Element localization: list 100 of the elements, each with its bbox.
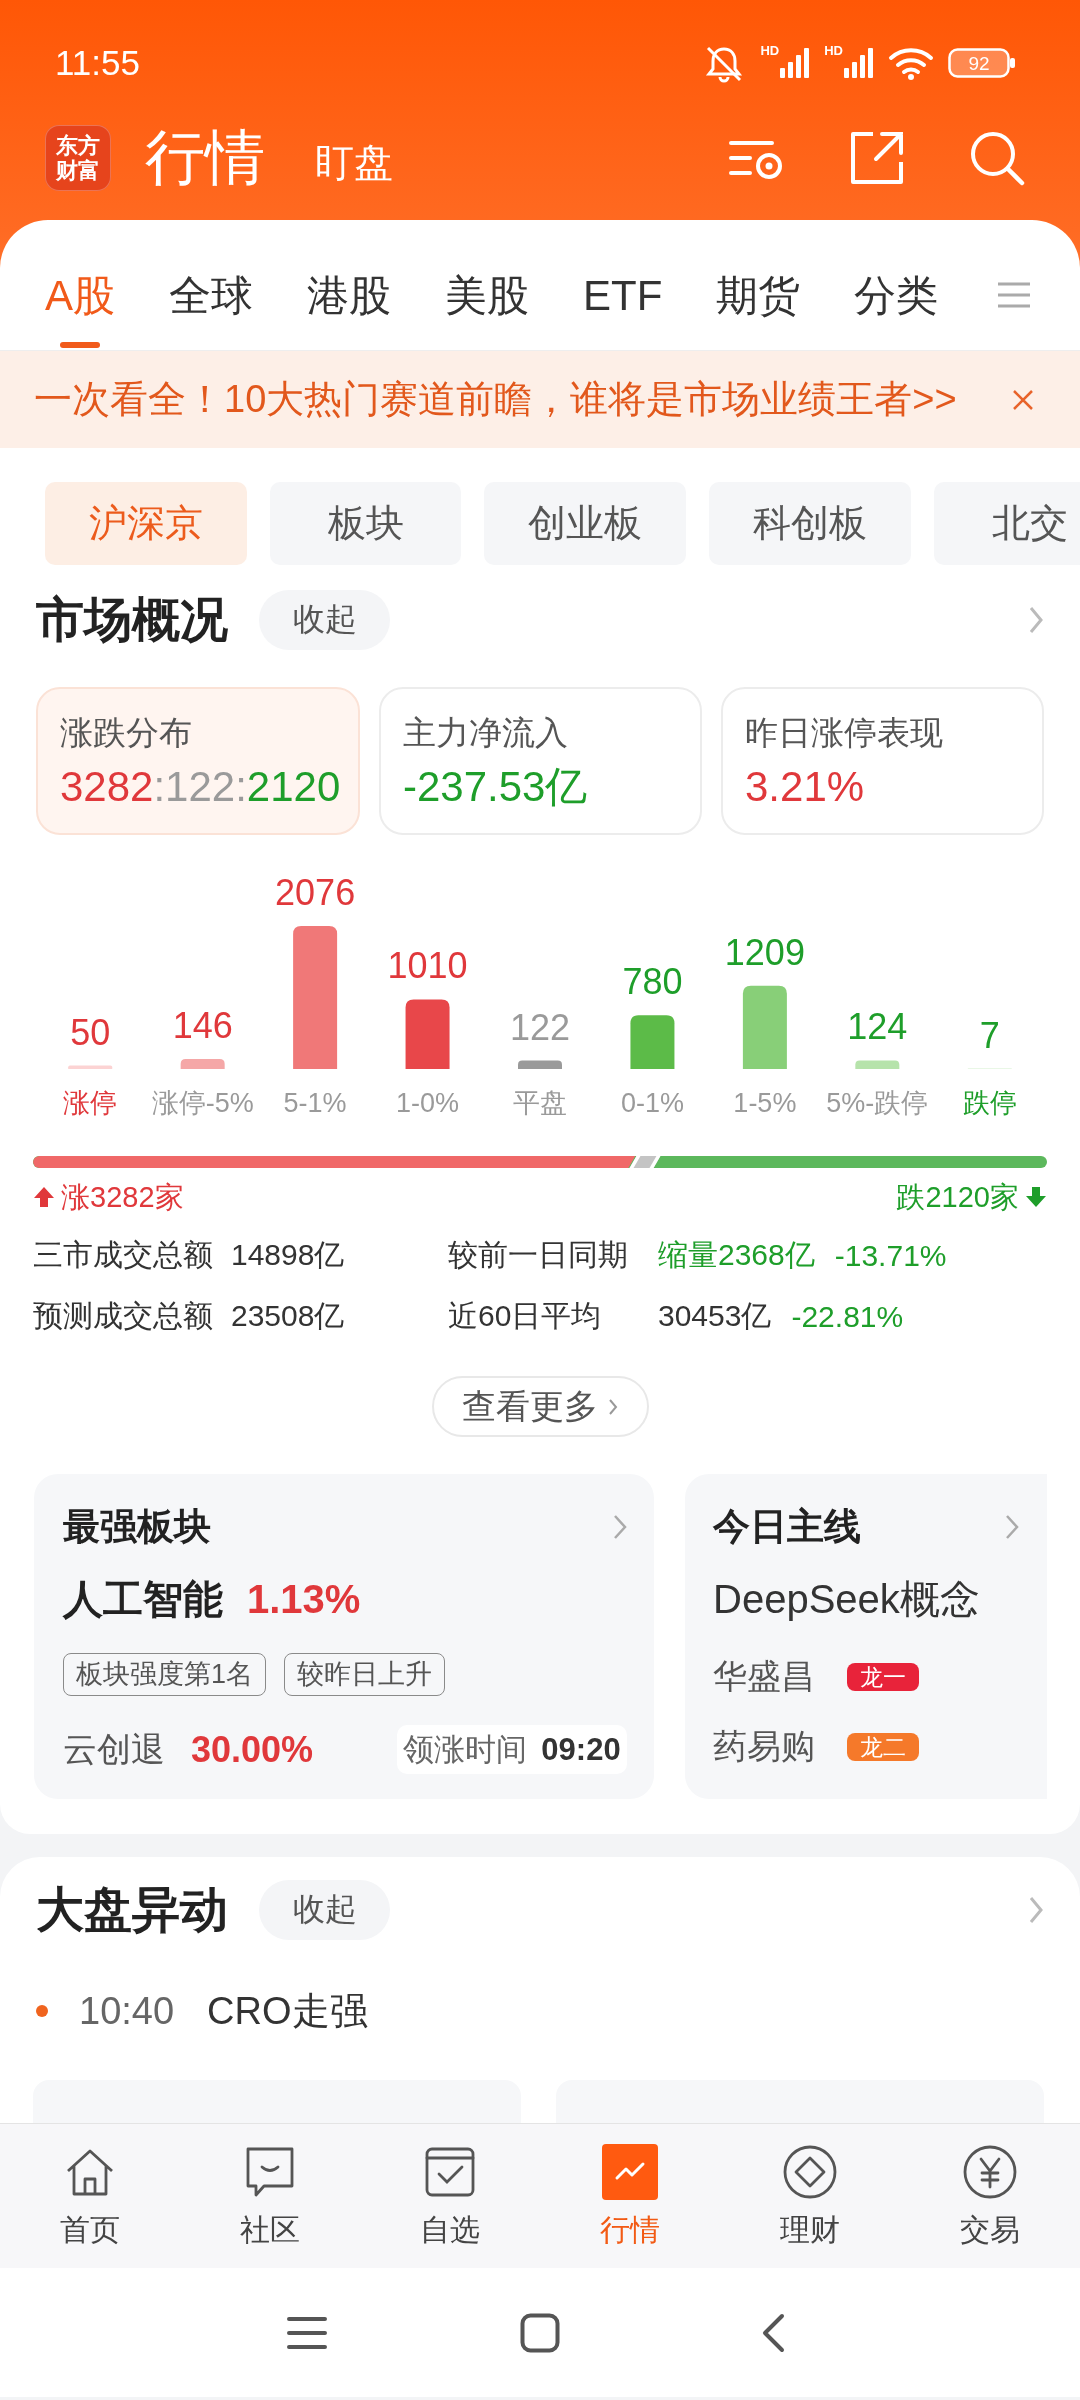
card-value: -237.53亿 [403, 762, 589, 812]
change-value: -22.81% [791, 1299, 904, 1334]
wifi-icon [888, 46, 934, 80]
category-label: 平盘 [513, 1088, 567, 1118]
theme-card[interactable]: 今日主线 DeepSeek概念 华盛昌 龙一 药易购 龙二 [685, 1474, 1047, 1799]
arrow-up-icon [33, 1186, 55, 1208]
category-label: 涨停-5% [151, 1088, 254, 1118]
category-tab[interactable]: 期货 [716, 270, 801, 350]
chevron-right-icon[interactable] [1028, 1894, 1044, 1925]
event-time: 10:40 [79, 1989, 175, 2033]
sector-name: 人工智能 [63, 1575, 223, 1623]
stat-value: 30453亿 [658, 1298, 772, 1334]
stock-name: 华盛昌 [713, 1656, 815, 1697]
nav-tab[interactable]: 首页 [0, 2124, 180, 2268]
bar-value-label: 780 [622, 961, 683, 1003]
bar-value-label: 7 [979, 1014, 1000, 1056]
tag: 板块强度第1名 [63, 1653, 267, 1696]
bar [855, 1060, 900, 1069]
card-label: 涨跌分布 [60, 713, 193, 753]
nav-tab[interactable]: 自选 [360, 2124, 540, 2268]
category-label: 跌停 [962, 1088, 1017, 1118]
nav-tab[interactable]: 理财 [720, 2124, 900, 2268]
category-tab[interactable]: 全球 [169, 270, 253, 350]
bar [630, 1015, 675, 1069]
status-time: 11:55 [55, 43, 140, 83]
nav-tab[interactable]: 社区 [180, 2124, 360, 2268]
bar [518, 1060, 562, 1069]
rank-badge: 龙二 [847, 1733, 919, 1761]
stat-value: 23508亿 [231, 1298, 346, 1334]
line-chart-icon [602, 2144, 658, 2200]
bar-value-label: 122 [509, 1006, 571, 1048]
diamond-circle-icon [782, 2144, 838, 2200]
decliners-label: 跌2120家 [896, 1182, 1019, 1212]
market-tab[interactable]: 创业板 [484, 482, 686, 565]
overview-card[interactable]: 涨跌分布 3282:122:2120 [36, 687, 360, 835]
signal-icon [844, 48, 874, 78]
chevron-right-icon[interactable] [1028, 605, 1044, 635]
category-label: 1-0% [396, 1088, 460, 1118]
bar-value-label: 146 [172, 1004, 233, 1046]
advancers-label: 涨3282家 [61, 1182, 184, 1212]
bar [405, 999, 450, 1069]
change-value: 30.00% [191, 1728, 314, 1771]
change-value: 1.13% [247, 1576, 361, 1622]
network-type-label: HD [760, 44, 780, 58]
collapse-button[interactable]: 收起 [259, 1879, 390, 1940]
market-tab[interactable]: 板块 [270, 482, 461, 565]
dot-icon [36, 2005, 48, 2017]
category-label: 5%-跌停 [826, 1088, 929, 1118]
lead-time: 09:20 [541, 1731, 621, 1768]
overview-card[interactable]: 主力净流入 -237.53亿 [379, 687, 702, 835]
arrow-down-icon [1025, 1186, 1047, 1208]
card-value: 3.21% [745, 762, 866, 812]
chevron-right-icon [1005, 1514, 1019, 1540]
category-label: 0-1% [620, 1088, 684, 1118]
stat-label: 较前一日同期 [448, 1237, 629, 1273]
home-square-icon[interactable] [520, 2312, 560, 2353]
signal-icon [780, 48, 811, 78]
bar [68, 1065, 113, 1069]
card-title: 今日主线 [713, 1505, 861, 1549]
market-tab[interactable]: 北交 [934, 482, 1080, 565]
stock-name: 云创退 [63, 1728, 165, 1770]
close-icon[interactable] [1012, 388, 1034, 411]
view-more-button[interactable]: 查看更多 [431, 1376, 649, 1437]
section-title: 大盘异动 [36, 1881, 228, 1938]
bar-value-label: 124 [847, 1006, 908, 1048]
category-tab[interactable]: ETF [583, 270, 663, 350]
theme-name: DeepSeek概念 [713, 1575, 980, 1623]
rank-badge: 龙一 [847, 1663, 919, 1691]
bar-value-label: 1010 [387, 945, 468, 987]
search-icon[interactable] [968, 129, 1026, 187]
category-tab[interactable]: 分类 [854, 270, 939, 350]
stat-label: 三市成交总额 [33, 1237, 214, 1273]
nav-tab[interactable]: 交易 [900, 2124, 1080, 2268]
back-icon[interactable] [761, 2312, 785, 2353]
event-title: CRO走强 [207, 1988, 368, 2034]
card-label: 昨日涨停表现 [745, 713, 944, 753]
stat-value: 缩量2368亿 [658, 1237, 815, 1273]
logo-text: 东方 [56, 133, 100, 158]
section-title: 市场概况 [36, 592, 228, 648]
yen-circle-icon [962, 2144, 1018, 2200]
tag: 较昨日上升 [284, 1653, 446, 1696]
sector-card[interactable]: 最强板块 人工智能 1.13% 板块强度第1名 较昨日上升 云创退 30.00% 领涨时间 09:20 [34, 1474, 654, 1799]
chevron-right-icon [613, 1514, 627, 1540]
bar [180, 1058, 225, 1069]
category-label: 1-5% [733, 1088, 797, 1118]
share-icon[interactable] [848, 129, 906, 187]
category-tab[interactable]: 美股 [445, 270, 529, 350]
bar-value-label: 2076 [275, 872, 356, 913]
chevron-right-icon [608, 1397, 618, 1416]
flat-marker [629, 1156, 661, 1168]
category-label: 5-1% [283, 1088, 347, 1118]
logo-text: 财富 [56, 158, 100, 183]
collapse-button[interactable]: 收起 [259, 590, 390, 650]
overview-card[interactable]: 昨日涨停表现 3.21% [721, 687, 1044, 835]
category-tab[interactable]: 港股 [307, 270, 391, 350]
page-title: 行情 [145, 123, 265, 193]
lead-time-label: 领涨时间 [403, 1730, 528, 1769]
menu-icon[interactable] [287, 2315, 327, 2350]
card-label: 主力净流入 [403, 713, 569, 753]
market-tab[interactable]: 科创板 [709, 482, 911, 565]
